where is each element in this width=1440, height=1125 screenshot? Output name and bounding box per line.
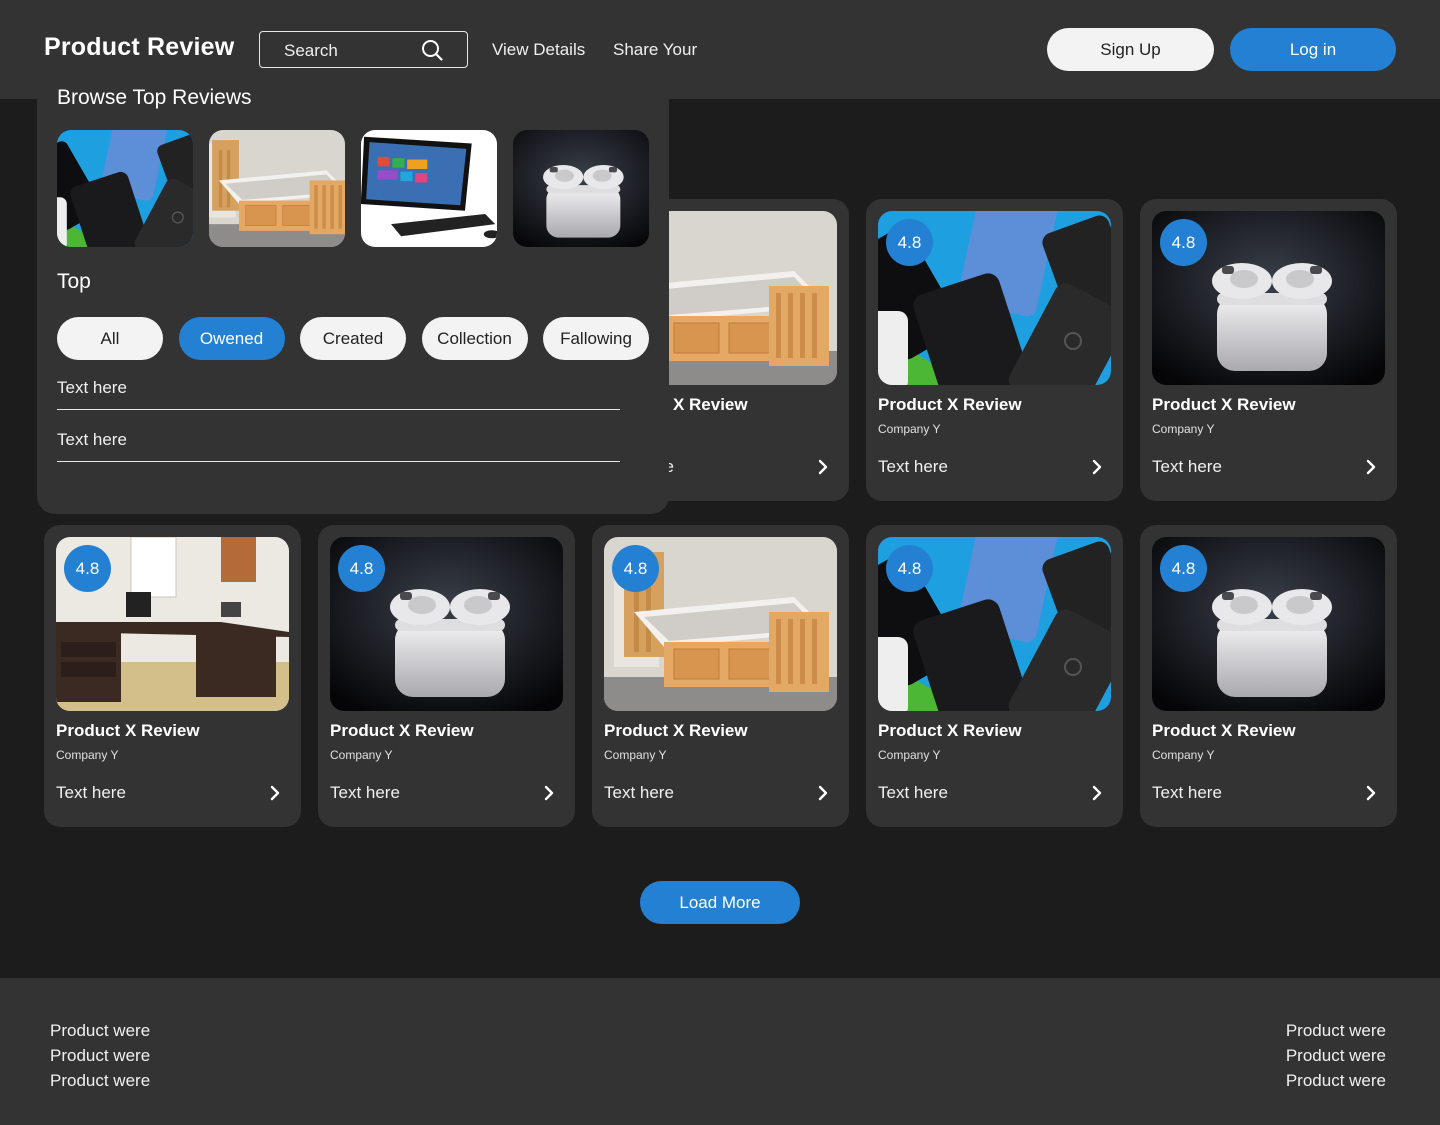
review-thumbnail[interactable] <box>57 130 193 247</box>
product-card[interactable]: 4.8 Product X Review Company Y Text here <box>866 525 1123 827</box>
product-image[interactable]: 4.8 <box>1152 537 1385 711</box>
nav-view-details[interactable]: View Details <box>492 40 585 60</box>
chevron-right-icon[interactable] <box>817 459 829 475</box>
review-thumbnail[interactable] <box>209 130 345 247</box>
product-title[interactable]: Product X Review <box>604 721 748 741</box>
filter-chip[interactable]: Fallowing <box>543 317 649 360</box>
company-name: Company Y <box>1152 748 1215 762</box>
company-name: Company Y <box>1152 422 1215 436</box>
rating-badge: 4.8 <box>886 545 933 592</box>
product-title[interactable]: Product X Review <box>330 721 474 741</box>
rating-badge: 4.8 <box>886 219 933 266</box>
product-title[interactable]: Product X Review <box>1152 721 1296 741</box>
rating-badge: 4.8 <box>612 545 659 592</box>
product-title[interactable]: Product X Review <box>878 395 1022 415</box>
product-image[interactable]: 4.8 <box>878 211 1111 385</box>
footer-link[interactable]: Product were <box>1286 1043 1386 1068</box>
footer-link[interactable]: Product were <box>50 1068 150 1093</box>
product-card[interactable]: 4.8 Product X Review Company Y Text here <box>1140 525 1397 827</box>
card-text: Text here <box>604 783 674 802</box>
product-card[interactable]: 4.8 Product X Review Company Y Text here <box>44 525 301 827</box>
footer-link[interactable]: Product were <box>50 1043 150 1068</box>
sign-up-button[interactable]: Sign Up <box>1047 28 1214 71</box>
review-thumbnail[interactable] <box>513 130 649 247</box>
product-title[interactable]: Product X Review <box>56 721 200 741</box>
product-title[interactable]: Product X Review <box>878 721 1022 741</box>
company-name: Company Y <box>604 748 667 762</box>
footer-link[interactable]: Product were <box>50 1018 150 1043</box>
review-thumbnail[interactable] <box>361 130 497 247</box>
panel-title: Browse Top Reviews <box>57 86 252 109</box>
filter-chip[interactable]: Collection <box>421 317 528 360</box>
chevron-right-icon[interactable] <box>269 785 281 801</box>
product-card[interactable]: 4.8 Product X Review Company Y Text here <box>318 525 575 827</box>
nav-share-your[interactable]: Share Your <box>613 40 697 60</box>
footer-right-links: Product were Product were Product were <box>1286 1018 1386 1093</box>
rating-badge: 4.8 <box>64 545 111 592</box>
panel-subtitle: Top <box>57 270 91 293</box>
company-name: Company Y <box>878 748 941 762</box>
product-image[interactable]: 4.8 <box>878 537 1111 711</box>
card-text: Text here <box>878 783 948 802</box>
product-card[interactable]: 4.8 Product X Review Company Y Text here <box>1140 199 1397 501</box>
log-in-button[interactable]: Log in <box>1230 28 1396 71</box>
footer: Product were Product were Product were P… <box>0 978 1440 1125</box>
card-text: Text here <box>1152 457 1222 476</box>
chevron-right-icon[interactable] <box>1365 459 1377 475</box>
footer-link[interactable]: Product were <box>1286 1018 1386 1043</box>
chevron-right-icon[interactable] <box>543 785 555 801</box>
footer-left-links: Product were Product were Product were <box>50 1018 150 1093</box>
search-icon[interactable] <box>421 39 443 61</box>
rating-badge: 4.8 <box>338 545 385 592</box>
filter-chip[interactable]: Owened <box>178 317 285 360</box>
card-text: Text here <box>1152 783 1222 802</box>
card-text: Text here <box>56 783 126 802</box>
product-card[interactable]: 4.8 Product X Review Company Y Text here <box>592 525 849 827</box>
filter-chip[interactable]: All <box>57 317 163 360</box>
rating-badge: 4.8 <box>1160 545 1207 592</box>
company-name: Company Y <box>878 422 941 436</box>
product-card[interactable]: 4.8 Product X Review Company Y Text here <box>866 199 1123 501</box>
chevron-right-icon[interactable] <box>1091 785 1103 801</box>
product-image[interactable]: 4.8 <box>330 537 563 711</box>
panel-list-item[interactable]: Text here <box>57 378 620 410</box>
chevron-right-icon[interactable] <box>1365 785 1377 801</box>
chevron-right-icon[interactable] <box>817 785 829 801</box>
product-title[interactable]: Product X Review <box>1152 395 1296 415</box>
brand-logo[interactable]: Product Review <box>44 33 234 62</box>
product-image[interactable]: 4.8 <box>56 537 289 711</box>
card-text: Text here <box>330 783 400 802</box>
browse-reviews-dropdown: Browse Top Reviews Top All Owened Create… <box>37 80 669 514</box>
company-name: Company Y <box>56 748 119 762</box>
footer-link[interactable]: Product were <box>1286 1068 1386 1093</box>
company-name: Company Y <box>330 748 393 762</box>
product-image[interactable]: 4.8 <box>604 537 837 711</box>
load-more-button[interactable]: Load More <box>640 881 800 924</box>
rating-badge: 4.8 <box>1160 219 1207 266</box>
chevron-right-icon[interactable] <box>1091 459 1103 475</box>
filter-chip[interactable]: Created <box>300 317 406 360</box>
card-text: Text here <box>878 457 948 476</box>
search-placeholder: Search <box>284 41 338 60</box>
product-image[interactable]: 4.8 <box>1152 211 1385 385</box>
panel-list-item[interactable]: Text here <box>57 430 620 462</box>
search-input[interactable]: Search <box>259 31 468 68</box>
